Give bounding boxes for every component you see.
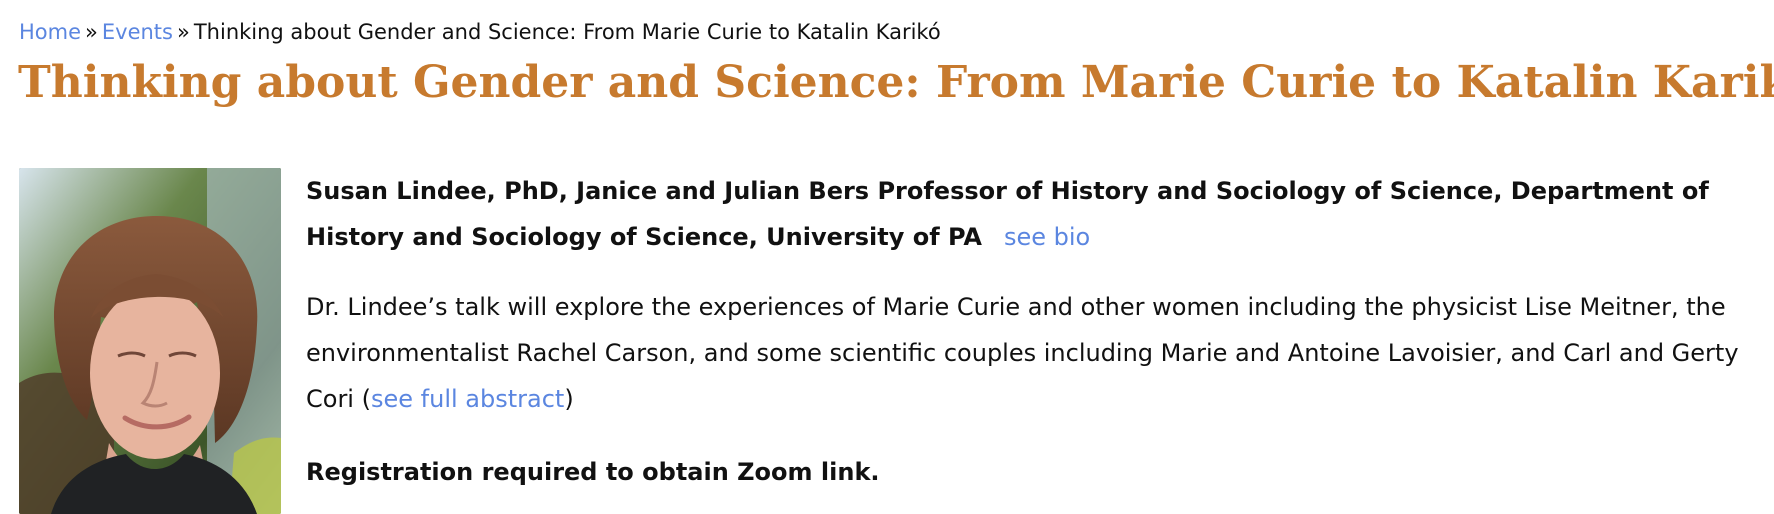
see-full-abstract-link[interactable]: see full abstract — [371, 385, 564, 413]
speaker-portrait — [19, 168, 281, 514]
breadcrumb-current: Thinking about Gender and Science: From … — [193, 20, 941, 44]
breadcrumb-events-link[interactable]: Events — [102, 20, 173, 44]
abstract-paragraph: Dr. Lindee’s talk will explore the exper… — [306, 284, 1746, 422]
speaker-info: Susan Lindee, PhD, Janice and Julian Ber… — [306, 168, 1746, 260]
registration-note: Registration required to obtain Zoom lin… — [306, 458, 880, 486]
page-title: Thinking about Gender and Science: From … — [18, 57, 1774, 108]
breadcrumb: Home» Events» Thinking about Gender and Sc… — [19, 19, 941, 45]
speaker-photo-icon — [19, 168, 281, 514]
see-bio-link[interactable]: see bio — [1004, 223, 1090, 251]
event-content: Susan Lindee, PhD, Janice and Julian Ber… — [306, 168, 1746, 495]
abstract-close-paren: ) — [564, 385, 574, 413]
breadcrumb-home-link[interactable]: Home — [19, 20, 81, 44]
breadcrumb-separator: » — [85, 20, 98, 44]
breadcrumb-separator: » — [176, 20, 190, 44]
abstract-open-paren: ( — [361, 385, 371, 413]
